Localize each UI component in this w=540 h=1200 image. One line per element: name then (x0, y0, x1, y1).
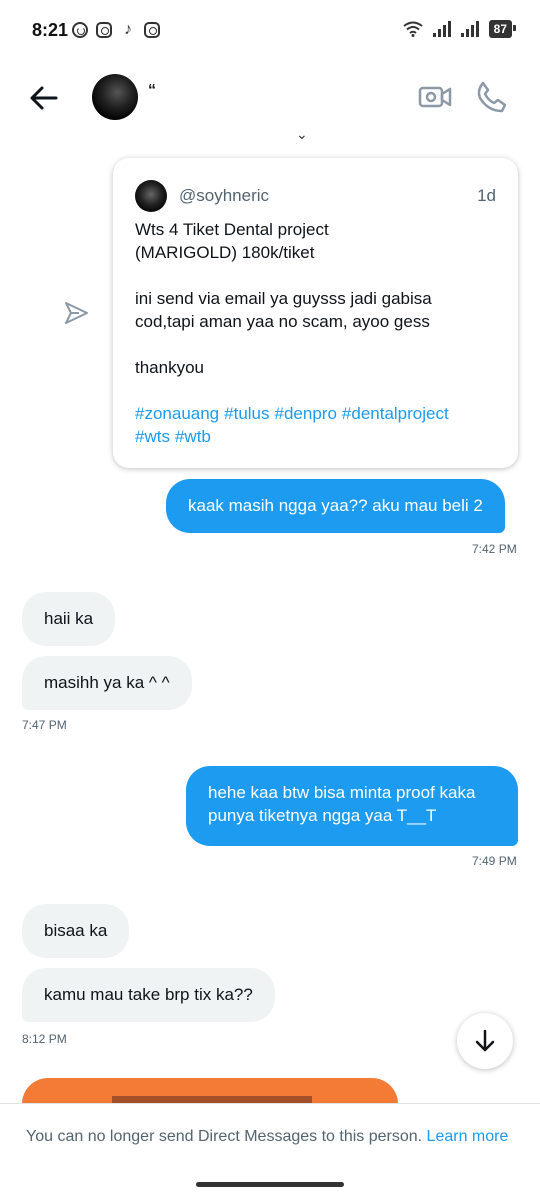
arrow-down-icon (475, 1029, 495, 1052)
signal-icon (432, 21, 451, 37)
instagram-icon (96, 22, 112, 38)
tweet-line: Wts 4 Tiket Dental project (135, 220, 329, 239)
hashtag-link[interactable]: #wtb (175, 427, 211, 446)
status-notification-icons: ♪ (72, 22, 160, 38)
tweet-line: cod,tapi aman yaa no scam, ayoo gess (135, 312, 430, 331)
hashtag-link[interactable]: #denpro (275, 404, 337, 423)
outgoing-message[interactable]: kaak masih ngga yaa?? aku mau beli 2 (166, 479, 505, 533)
avatar[interactable] (92, 74, 138, 120)
hashtag-link[interactable]: #tulus (224, 404, 269, 423)
video-call-icon[interactable] (418, 82, 452, 112)
tweet-line (135, 379, 496, 402)
tweet-handle: @soyhneric (179, 186, 270, 205)
back-arrow-icon[interactable] (26, 80, 62, 116)
message-thread[interactable]: ⌄ @soyhneric 1d Wts 4 Tiket Dental proje… (0, 132, 540, 1104)
message-line: hehe kaa btw bisa minta proof kaka (208, 783, 476, 802)
status-bar: 8:21 ♪ 87 (0, 0, 540, 62)
cutoff-indicator: ⌄ (296, 132, 308, 142)
whatsapp-icon (72, 22, 88, 38)
tweet-line (135, 264, 496, 287)
incoming-message[interactable]: haii ka (22, 592, 116, 646)
tweet-line (135, 333, 496, 356)
tweet-line: (MARIGOLD) 180k/tiket (135, 243, 315, 262)
incoming-message[interactable]: masihh ya ka ^ ^ (22, 656, 192, 710)
hashtag-link[interactable]: #wts (135, 427, 170, 446)
instagram-icon (144, 22, 160, 38)
incoming-message[interactable]: kamu mau take brp tix ka?? (22, 968, 275, 1022)
signal-icon (460, 21, 479, 37)
tweet-line: ini send via email ya guysss jadi gabisa (135, 289, 432, 308)
tweet-hashtags: #zonauang #tulus #denpro #dentalproject #wt… (135, 402, 496, 448)
message-timestamp: 7:47 PM (22, 718, 67, 732)
phone-call-icon[interactable] (474, 80, 508, 114)
dm-restriction-footer: You can no longer send Direct Messages t… (0, 1103, 540, 1200)
restriction-text: You can no longer send Direct Messages t… (26, 1128, 423, 1145)
learn-more-link[interactable]: Learn more (427, 1128, 509, 1145)
tweet-line: thankyou (135, 358, 204, 377)
status-system-icons: 87 (403, 20, 517, 38)
incoming-message[interactable]: bisaa ka (22, 904, 130, 958)
conversation-name[interactable]: “ (148, 82, 156, 100)
tweet-body: Wts 4 Tiket Dental project (MARIGOLD) 18… (135, 218, 496, 402)
scroll-to-bottom-button[interactable] (457, 1013, 513, 1069)
outgoing-message[interactable]: hehe kaa btw bisa minta proof kaka punya… (186, 766, 518, 846)
status-time: 8:21 (32, 20, 69, 40)
tweet-header: @soyhneric 1d (135, 180, 496, 212)
tiktok-icon: ♪ (124, 21, 132, 38)
tweet-time: 1d (477, 186, 496, 205)
hashtag-link[interactable]: #dentalproject (342, 404, 449, 423)
share-icon[interactable] (62, 299, 90, 327)
image-message-preview[interactable] (22, 1078, 398, 1104)
wifi-icon (403, 21, 423, 37)
message-line: punya tiketnya ngga yaa T__T (208, 806, 437, 825)
shared-tweet-card[interactable]: @soyhneric 1d Wts 4 Tiket Dental project… (113, 158, 518, 468)
message-timestamp: 8:12 PM (22, 1032, 67, 1046)
battery-indicator: 87 (488, 20, 517, 38)
message-timestamp: 7:49 PM (472, 854, 517, 868)
conversation-header: “ (0, 62, 540, 132)
message-timestamp: 7:42 PM (472, 542, 517, 556)
tweet-avatar (135, 180, 167, 212)
home-indicator[interactable] (196, 1182, 344, 1187)
restriction-notice: You can no longer send Direct Messages t… (26, 1128, 508, 1146)
hashtag-link[interactable]: #zonauang (135, 404, 219, 423)
